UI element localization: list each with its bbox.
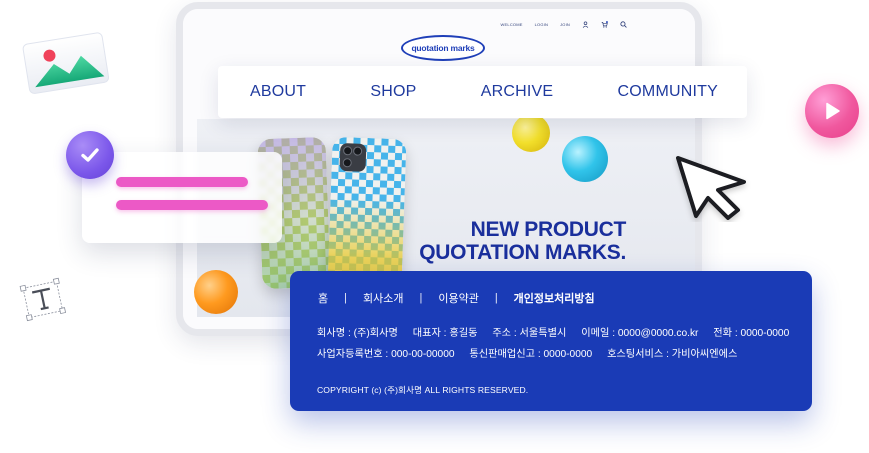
brand-logo[interactable]: quotation marks xyxy=(401,35,485,61)
business-number: 사업자등록번호 : 000-00-00000 xyxy=(317,349,455,360)
checklist-card xyxy=(82,152,282,243)
login-link[interactable]: LOGIN xyxy=(535,22,548,27)
ecommerce-number: 통신판매업신고 : 0000-0000 xyxy=(469,349,593,360)
footer-link-about[interactable]: 회사소개 xyxy=(363,290,403,306)
company-info-line2: 사업자등록번호 : 000-00-00000 통신판매업신고 : 0000-00… xyxy=(317,345,737,360)
image-icon xyxy=(22,32,110,94)
nav-shop[interactable]: SHOP xyxy=(370,83,416,101)
company-name: 회사명 : (주)회사명 xyxy=(317,328,398,339)
footer-separator: | xyxy=(344,292,347,304)
footer-link-privacy[interactable]: 개인정보처리방침 xyxy=(514,290,595,306)
hosting-service: 호스팅서비스 : 가비아씨엔에스 xyxy=(607,349,738,360)
ceo-name: 대표자 : 홍길동 xyxy=(412,328,478,339)
nav-community[interactable]: COMMUNITY xyxy=(618,83,718,101)
nav-about[interactable]: ABOUT xyxy=(250,83,306,101)
user-icon[interactable] xyxy=(582,21,589,28)
logo-text: quotation marks xyxy=(411,43,475,53)
footer-link-home[interactable]: 홈 xyxy=(318,290,328,306)
top-links: WELCOME LOGIN JOIN xyxy=(501,21,627,28)
placeholder-line xyxy=(116,177,248,187)
site-footer: 홈 | 회사소개 | 이용약관 | 개인정보처리방침 회사명 : (주)회사명 … xyxy=(290,271,812,411)
yellow-ball xyxy=(512,114,550,152)
footer-separator: | xyxy=(419,292,423,304)
search-icon[interactable] xyxy=(620,21,627,28)
welcome-link[interactable]: WELCOME xyxy=(501,22,523,27)
footer-links: 홈 | 회사소개 | 이용약관 | 개인정보처리방침 xyxy=(318,290,595,306)
copyright: COPYRIGHT (c) (주)회사명 ALL RIGHTS RESERVED… xyxy=(317,385,529,395)
orange-ball xyxy=(194,270,238,314)
company-email: 이메일 : 0000@0000.co.kr xyxy=(581,328,699,339)
company-phone: 전화 : 0000-0000 xyxy=(713,328,790,339)
company-address: 주소 : 서울특별시 xyxy=(492,328,567,339)
hero-title-line1: NEW PRODUCT xyxy=(470,218,627,241)
camera-module xyxy=(339,143,367,172)
text-tool-icon xyxy=(19,277,67,322)
cyan-ball xyxy=(562,136,608,182)
main-nav: ABOUT SHOP ARCHIVE COMMUNITY xyxy=(218,66,747,118)
phone-case-blue-yellow xyxy=(327,136,407,290)
placeholder-line xyxy=(116,200,268,210)
footer-link-terms[interactable]: 이용약관 xyxy=(438,290,478,306)
cursor-arrow-icon xyxy=(676,156,746,220)
checkmark-icon xyxy=(66,131,114,179)
hero-title: NEW PRODUCT QUOTATION MARKS. xyxy=(404,218,626,264)
hero-title-line2: QUOTATION MARKS. xyxy=(419,241,626,264)
play-icon xyxy=(805,84,859,138)
nav-archive[interactable]: ARCHIVE xyxy=(481,83,554,101)
footer-separator: | xyxy=(494,292,498,304)
company-info-line1: 회사명 : (주)회사명 대표자 : 홍길동 주소 : 서울특별시 이메일 : … xyxy=(317,324,789,339)
cart-icon[interactable] xyxy=(601,21,608,28)
join-link[interactable]: JOIN xyxy=(560,22,570,27)
